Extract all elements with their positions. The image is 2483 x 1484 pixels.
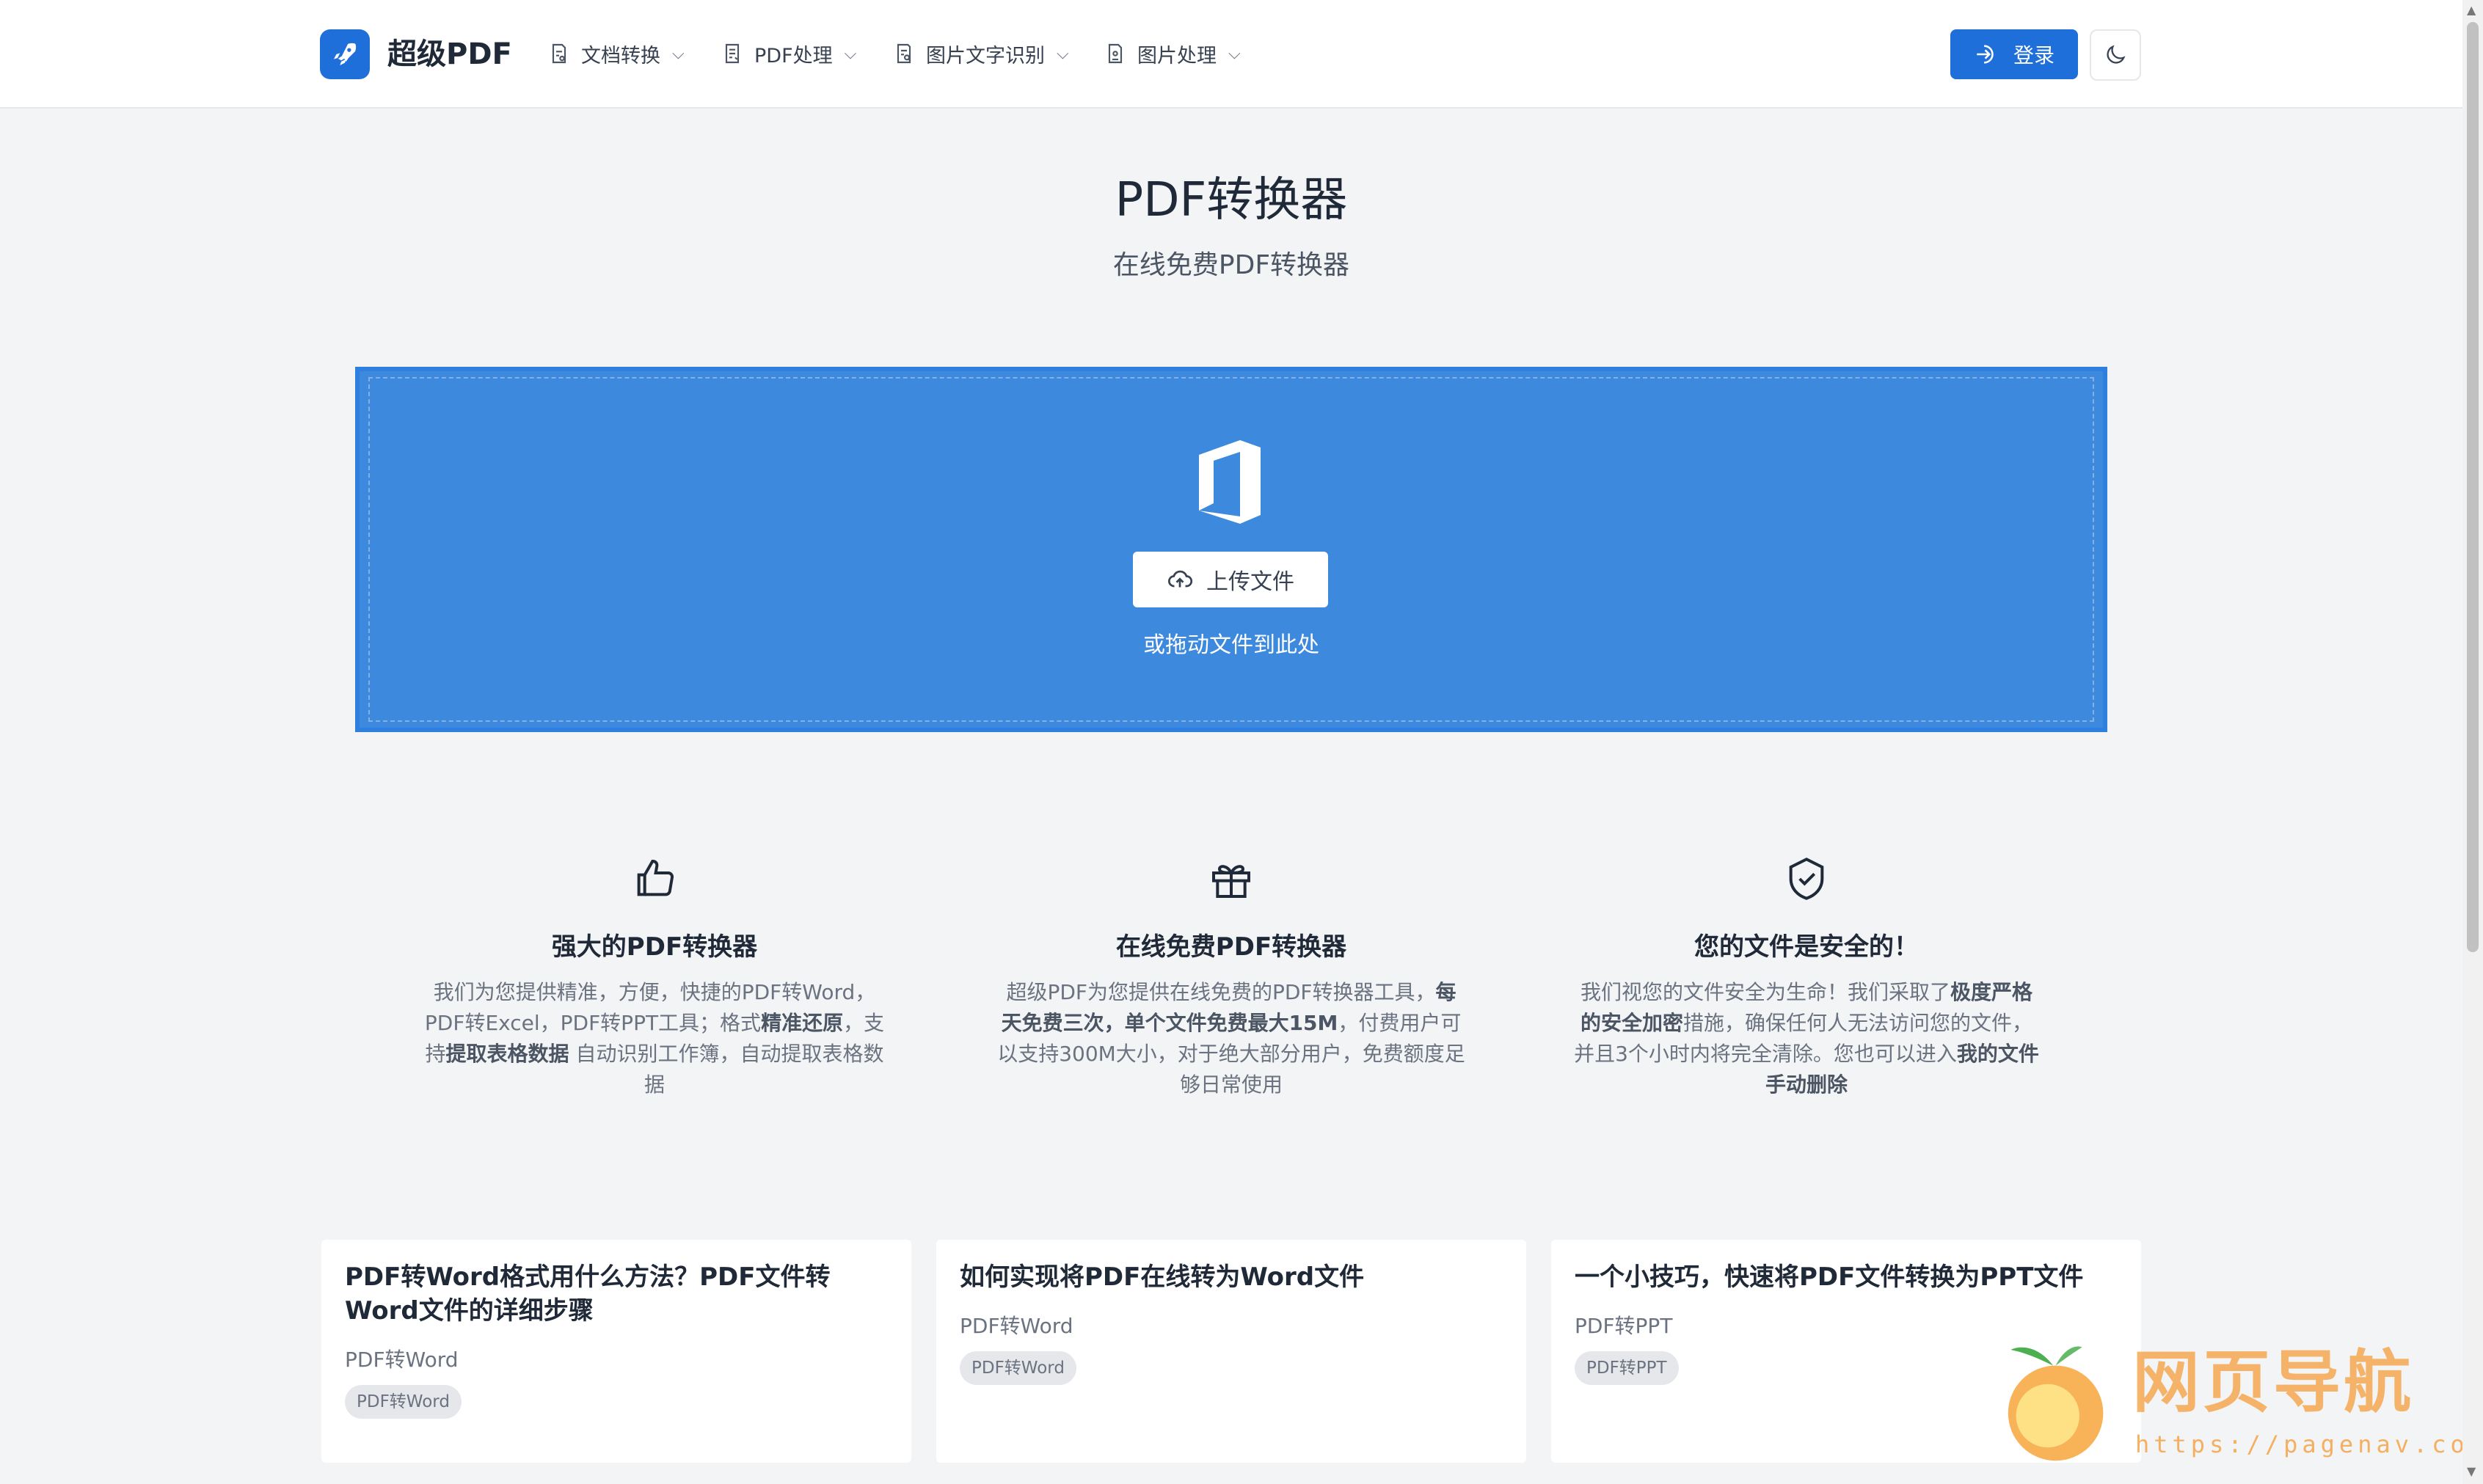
feature-free: 在线免费PDF转换器 超级PDF为您提供在线免费的PDF转换器工具，每天免费三次…: [989, 855, 1473, 1100]
article-tag[interactable]: PDF转PPT: [1575, 1351, 1679, 1385]
office-icon: [1199, 440, 1261, 524]
article-title[interactable]: 如何实现将PDF在线转为Word文件: [960, 1260, 1503, 1294]
feature-powerful: 强大的PDF转换器 我们为您提供精准，方便，快捷的PDF转Word，PDF转Ex…: [412, 855, 897, 1100]
doc-convert-icon: [552, 43, 566, 64]
moon-icon: [2107, 45, 2126, 64]
nav-label: 图片处理: [1137, 44, 1217, 67]
chevron-down-icon: ⌵: [672, 44, 685, 63]
ocr-icon: [897, 43, 911, 64]
chevron-down-icon: ⌵: [844, 44, 857, 63]
login-label: 登录: [2013, 43, 2054, 67]
nav-item-doc-convert[interactable]: 文档转换 ⌵: [547, 37, 685, 70]
shield-check-icon: [1789, 858, 1824, 900]
thumbs-up-icon: [637, 859, 674, 896]
page-subtitle: 在线免费PDF转换器: [1112, 250, 1350, 280]
chevron-down-icon: ⌵: [1057, 44, 1069, 63]
nav-label: PDF处理: [754, 44, 833, 67]
article-title[interactable]: PDF转Word格式用什么方法？PDF文件转Word文件的详细步骤: [345, 1260, 888, 1328]
feature-desc: 超级PDF为您提供在线免费的PDF转换器工具，每天免费三次，单个文件免费最大15…: [997, 980, 1465, 1097]
chevron-down-icon: ⌵: [1228, 44, 1241, 63]
image-process-icon: [1108, 43, 1123, 64]
nav-label: 文档转换: [581, 44, 660, 67]
login-icon: [1977, 45, 1994, 64]
scroll-down-arrow-icon[interactable]: ▼: [2467, 1464, 2476, 1478]
gift-icon: [1212, 865, 1250, 898]
nav-item-pdf-process[interactable]: PDF处理 ⌵: [721, 37, 856, 70]
feature-title: 强大的PDF转换器: [551, 932, 758, 962]
nav-item-image-process[interactable]: 图片处理 ⌵: [1104, 37, 1241, 70]
brand-name[interactable]: 超级PDF: [387, 32, 512, 76]
pdf-process-icon: [725, 43, 740, 64]
article-category: PDF转Word: [345, 1348, 459, 1372]
orange-fruit-icon: [2008, 1346, 2104, 1461]
article-tag[interactable]: PDF转Word: [345, 1385, 462, 1419]
feature-title: 在线免费PDF转换器: [1115, 932, 1347, 962]
article-card[interactable]: 如何实现将PDF在线转为Word文件 PDF转Word PDF转Word: [936, 1240, 1526, 1463]
scroll-up-arrow-icon[interactable]: ▲: [2467, 3, 2476, 17]
article-category: PDF转Word: [960, 1314, 1073, 1338]
article-tag[interactable]: PDF转Word: [960, 1351, 1076, 1385]
scrollbar-thumb[interactable]: [2467, 22, 2479, 952]
nav-label: 图片文字识别: [926, 44, 1045, 67]
drag-hint: 或拖动文件到此处: [1143, 632, 1319, 658]
login-button[interactable]: 登录: [1950, 29, 2078, 79]
nav-item-ocr[interactable]: 图片文字识别 ⌵: [892, 37, 1069, 70]
theme-toggle-button[interactable]: [2090, 29, 2141, 81]
rocket-logo-icon[interactable]: [320, 29, 370, 79]
watermark-text: 网页导航: [2132, 1343, 2415, 1422]
feature-desc: 我们为您提供精准，方便，快捷的PDF转Word，PDF转Excel，PDF转PP…: [424, 980, 885, 1097]
feature-title: 您的文件是安全的！: [1694, 932, 1919, 962]
feature-desc: 我们视您的文件安全为生命！我们采取了极度严格的安全加密措施，确保任何人无法访问您…: [1574, 980, 2039, 1097]
dropzone-dashed-border: [368, 377, 2094, 722]
page-title: PDF转换器: [1115, 173, 1348, 227]
upload-file-button[interactable]: 上传文件: [1133, 552, 1328, 607]
article-card[interactable]: PDF转Word格式用什么方法？PDF文件转Word文件的详细步骤 PDF转Wo…: [321, 1240, 911, 1463]
watermark-url: https://pagenav.com: [2135, 1430, 2483, 1458]
cloud-upload-icon: [1168, 570, 1193, 588]
article-title[interactable]: 一个小技巧，快速将PDF文件转换为PPT文件: [1575, 1260, 2118, 1294]
upload-label: 上传文件: [1206, 569, 1294, 595]
feature-secure: 您的文件是安全的！ 我们视您的文件安全为生命！我们采取了极度严格的安全加密措施，…: [1564, 855, 2049, 1100]
